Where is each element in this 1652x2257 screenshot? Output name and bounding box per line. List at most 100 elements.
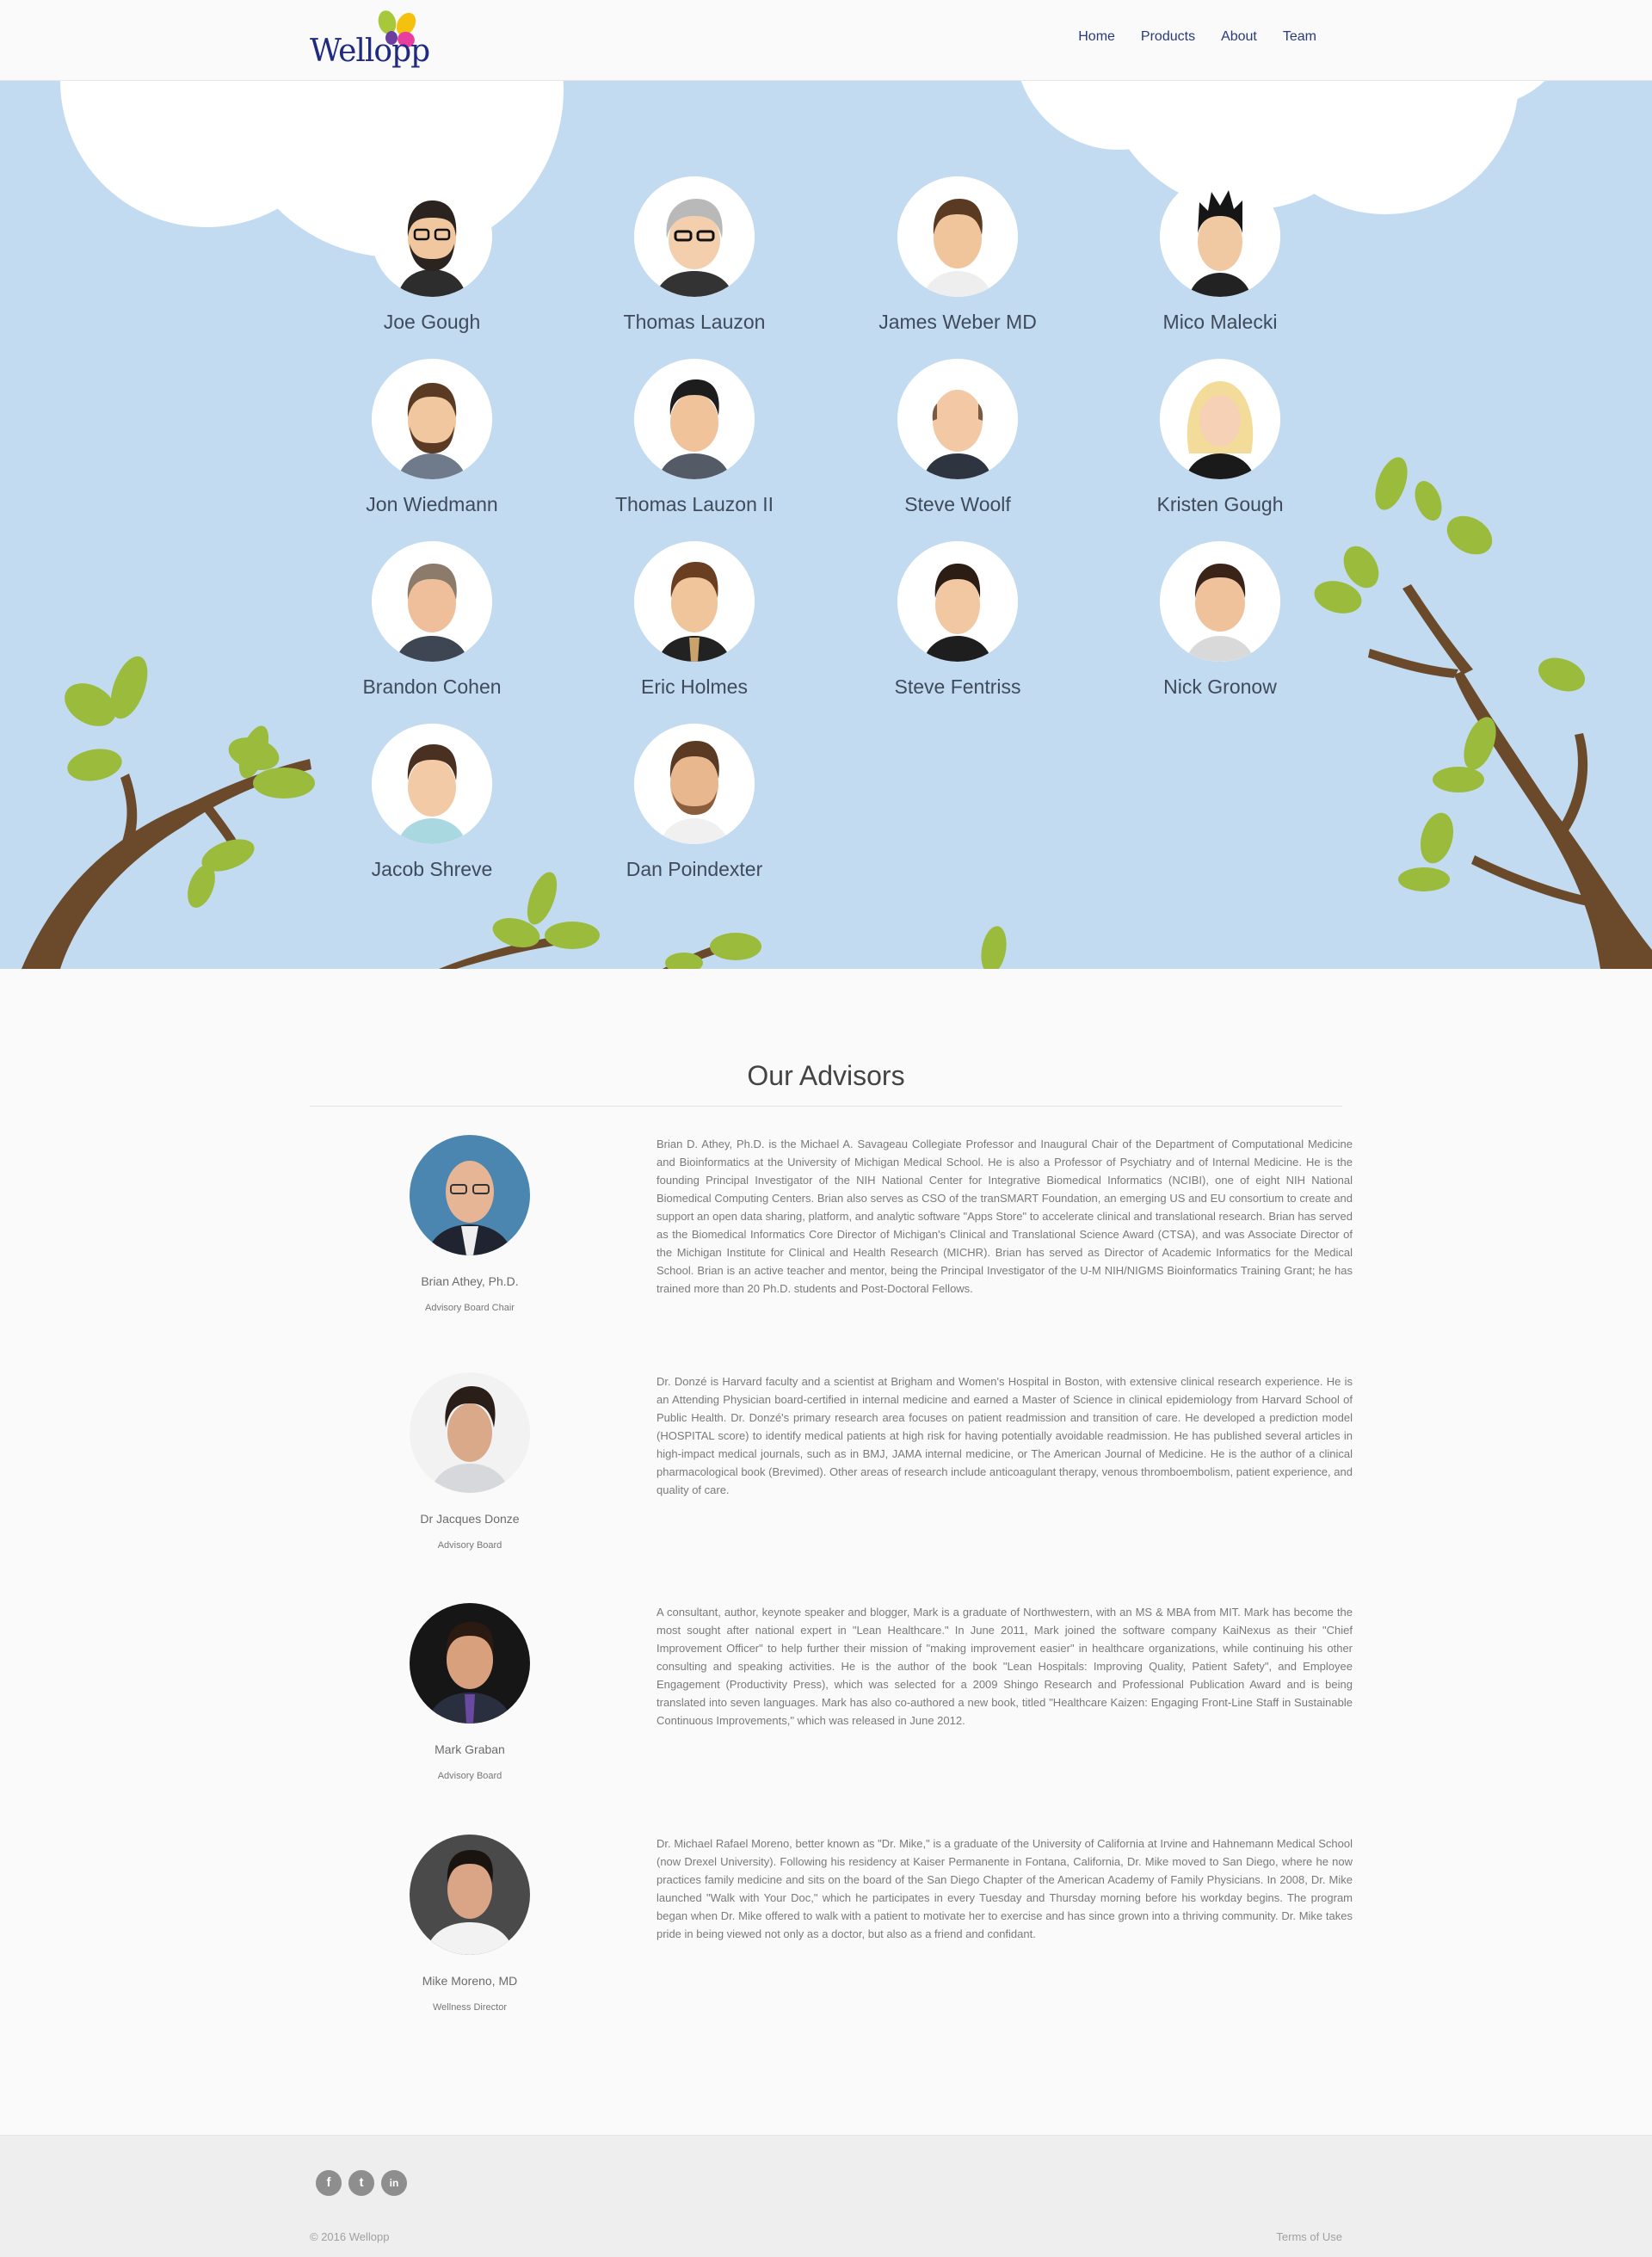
team-member-name: Steve Fentriss [894, 675, 1021, 698]
main-nav: Home Products About Team [1065, 29, 1329, 45]
avatar [634, 724, 755, 844]
avatar-bearded-glasses-icon [372, 176, 492, 297]
avatar [897, 541, 1018, 662]
avatar-short-hair-icon [897, 541, 1018, 662]
team-member-name: Kristen Gough [1156, 493, 1284, 515]
terms-of-use-link[interactable]: Terms of Use [1276, 2230, 1342, 2243]
team-member-name: Dan Poindexter [626, 858, 763, 880]
site-header: Wellopp Home Products About Team [0, 0, 1652, 81]
team-member-name: Joe Gough [383, 311, 481, 333]
advisor-card: Mark Graban Advisory Board A consultant,… [310, 1603, 1353, 1827]
team-member-name: Thomas Lauzon [623, 311, 766, 333]
team-member-name: James Weber MD [878, 311, 1037, 333]
advisor-role: Advisory Board [437, 1771, 502, 1781]
team-member[interactable]: Thomas Lauzon [583, 176, 806, 334]
team-member[interactable]: Joe Gough [320, 176, 544, 334]
avatar-suit-tie-icon [634, 541, 755, 662]
avatar-brown-hair-icon [897, 176, 1018, 297]
advisor-role: Advisory Board Chair [425, 1303, 515, 1313]
nav-about-link[interactable]: About [1208, 29, 1270, 45]
team-member[interactable]: Dan Poindexter [583, 724, 806, 881]
advisor-name: Mark Graban [435, 1742, 505, 1756]
avatar-spiky-hair-icon [1160, 176, 1280, 297]
avatar [1160, 541, 1280, 662]
team-member[interactable]: Steve Fentriss [846, 541, 1069, 699]
advisor-bio: Dr. Donzé is Harvard faculty and a scien… [656, 1375, 1353, 1496]
avatar-young-icon [372, 724, 492, 844]
team-member[interactable]: Jon Wiedmann [320, 359, 544, 516]
advisor-card: Mike Moreno, MD Wellness Director Dr. Mi… [310, 1835, 1353, 2058]
advisor-name: Mike Moreno, MD [422, 1974, 518, 1988]
advisor-profile: Brian Athey, Ph.D. Advisory Board Chair [310, 1135, 630, 1313]
copyright-text: © 2016 Wellopp [310, 2230, 390, 2243]
advisor-name: Brian Athey, Ph.D. [421, 1274, 519, 1288]
advisor-bio: A consultant, author, keynote speaker an… [656, 1606, 1353, 1727]
twitter-icon[interactable]: t [348, 2170, 374, 2196]
team-member[interactable]: James Weber MD [846, 176, 1069, 334]
team-member-name: Brandon Cohen [362, 675, 502, 698]
avatar-dark-hair-icon [634, 359, 755, 479]
avatar [634, 541, 755, 662]
nav-products-link[interactable]: Products [1128, 29, 1208, 45]
site-footer: f t in © 2016 Wellopp Terms of Use [0, 2135, 1652, 2257]
advisor-card: Dr Jacques Donze Advisory Board Dr. Donz… [310, 1372, 1353, 1596]
team-member[interactable]: Eric Holmes [583, 541, 806, 699]
social-links: f t in [316, 2170, 407, 2196]
team-member[interactable]: Brandon Cohen [320, 541, 544, 699]
team-member[interactable]: Thomas Lauzon II [583, 359, 806, 516]
avatar [634, 176, 755, 297]
linkedin-icon[interactable]: in [381, 2170, 407, 2196]
advisor-profile: Mike Moreno, MD Wellness Director [310, 1835, 630, 2013]
advisor-profile: Dr Jacques Donze Advisory Board [310, 1372, 630, 1551]
team-member-name: Eric Holmes [641, 675, 748, 698]
avatar [634, 359, 755, 479]
team-member-name: Mico Malecki [1162, 311, 1278, 333]
team-member-name: Thomas Lauzon II [614, 493, 774, 515]
team-member-name: Steve Woolf [904, 493, 1011, 515]
advisors-section-title: Our Advisors [747, 1060, 905, 1091]
avatar [372, 176, 492, 297]
team-member-name: Jacob Shreve [371, 858, 493, 880]
team-member[interactable]: Nick Gronow [1108, 541, 1332, 699]
avatar-gray-glasses-icon [634, 176, 755, 297]
nav-home-link[interactable]: Home [1065, 29, 1128, 45]
avatar [372, 541, 492, 662]
facebook-icon[interactable]: f [316, 2170, 342, 2196]
advisors-divider [310, 1106, 1342, 1107]
avatar [1160, 176, 1280, 297]
avatar-bald-icon [897, 359, 1018, 479]
team-hero: Joe Gough Thomas Lauzon James Weber MD M… [0, 81, 1652, 969]
wellopp-logo[interactable]: Wellopp [310, 5, 430, 74]
advisor-profile: Mark Graban Advisory Board [310, 1603, 630, 1781]
team-member-name: Jon Wiedmann [366, 493, 498, 515]
advisor-photo [410, 1135, 530, 1255]
nav-team-link[interactable]: Team [1270, 29, 1329, 45]
avatar [1160, 359, 1280, 479]
advisor-photo [410, 1835, 530, 1955]
avatar-bearded-icon [372, 359, 492, 479]
avatar [372, 359, 492, 479]
advisor-bio: Dr. Michael Rafael Moreno, better known … [656, 1837, 1353, 1940]
team-grid: Joe Gough Thomas Lauzon James Weber MD M… [0, 81, 1652, 969]
team-member[interactable]: Jacob Shreve [320, 724, 544, 881]
logo-text: Wellopp [310, 34, 430, 69]
team-member[interactable]: Steve Woolf [846, 359, 1069, 516]
avatar [372, 724, 492, 844]
advisor-name: Dr Jacques Donze [420, 1512, 520, 1526]
avatar-stubble-icon [634, 724, 755, 844]
avatar-gray-hair-icon [372, 541, 492, 662]
advisor-photo-icon [410, 1603, 530, 1724]
advisor-photo-icon [410, 1835, 530, 1955]
avatar-blonde-icon [1160, 359, 1280, 479]
team-member[interactable]: Kristen Gough [1108, 359, 1332, 516]
advisor-photo [410, 1603, 530, 1724]
team-member-name: Nick Gronow [1163, 675, 1277, 698]
team-member[interactable]: Mico Malecki [1108, 176, 1332, 334]
advisor-photo-icon [410, 1372, 530, 1493]
advisor-role: Wellness Director [433, 2002, 507, 2013]
advisor-card: Brian Athey, Ph.D. Advisory Board Chair … [310, 1135, 1353, 1359]
avatar [897, 359, 1018, 479]
advisor-role: Advisory Board [437, 1540, 502, 1551]
avatar [897, 176, 1018, 297]
avatar-smiling-icon [1160, 541, 1280, 662]
